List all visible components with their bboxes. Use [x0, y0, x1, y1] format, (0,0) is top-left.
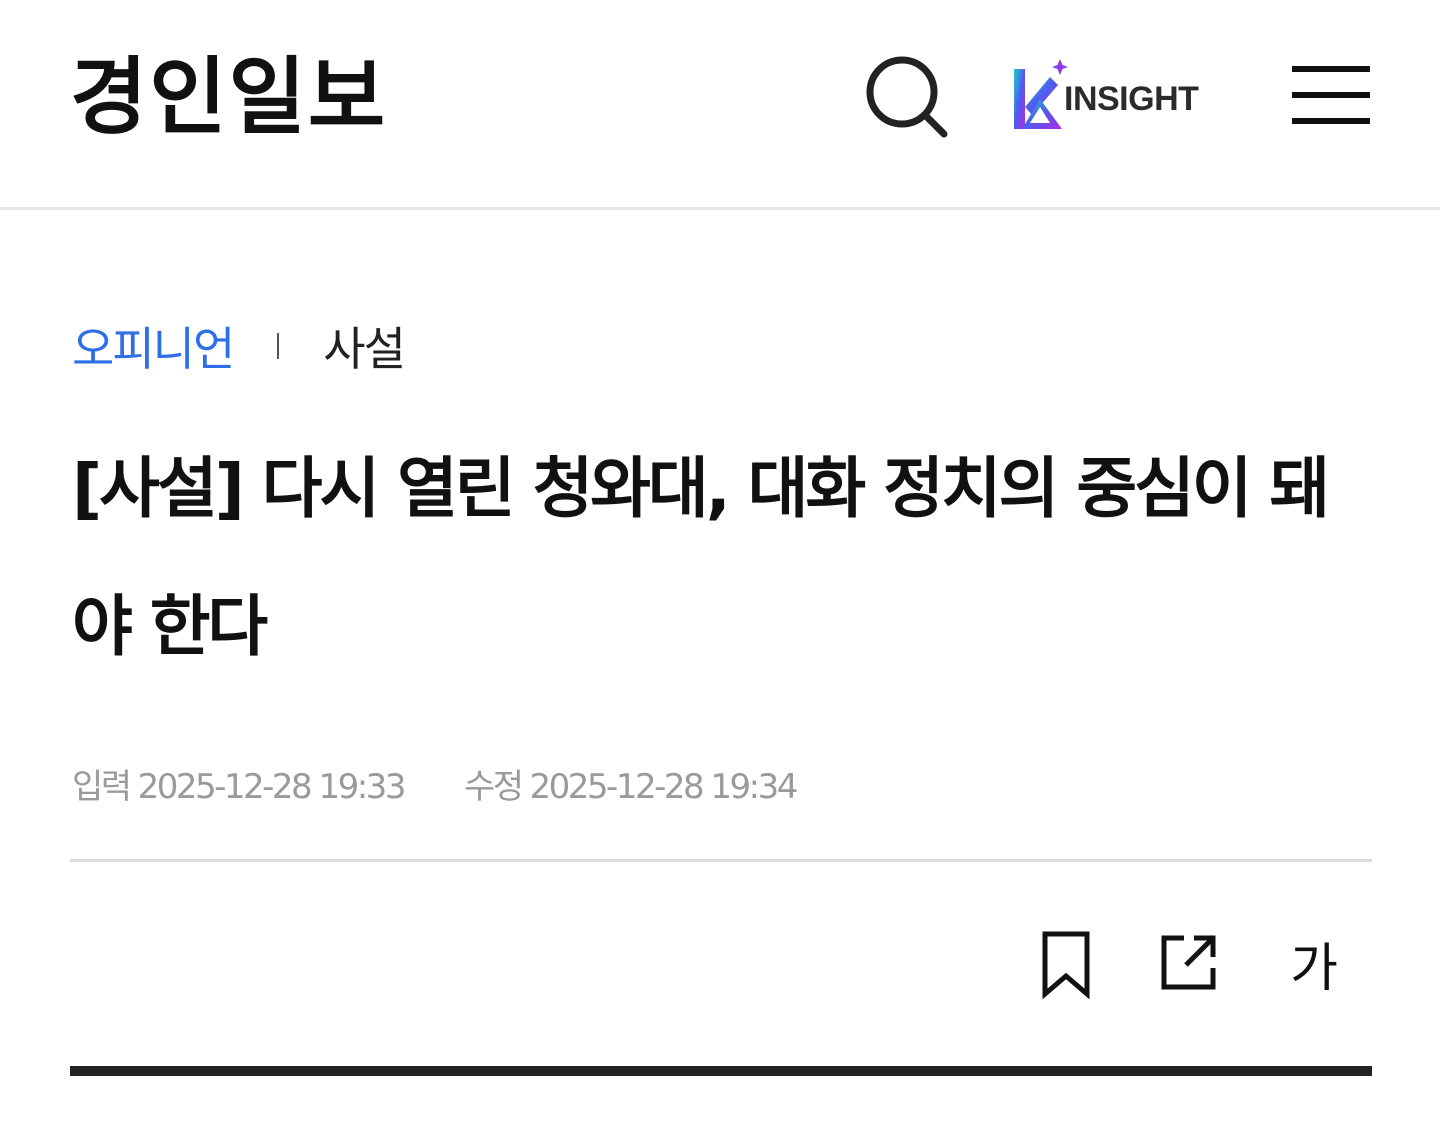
modified-value: 2025-12-28 19:34: [529, 766, 799, 807]
bookmark-button[interactable]: [1040, 930, 1092, 1000]
insight-label: INSIGHT: [1064, 79, 1199, 118]
modified-date: 수정 2025-12-28 19:34: [463, 759, 799, 808]
meta-divider: [70, 859, 1372, 862]
search-icon: [866, 56, 948, 138]
site-logo[interactable]: 경인일보: [70, 40, 387, 146]
search-button[interactable]: [862, 52, 954, 144]
published-date: 입력 2025-12-28 19:33: [72, 759, 407, 808]
breadcrumb: 오피니언 사설: [72, 313, 406, 379]
breadcrumb-separator: [277, 333, 280, 359]
breadcrumb-section[interactable]: 오피니언: [72, 313, 235, 379]
hamburger-menu-icon: [1292, 66, 1370, 124]
article-dates: 입력 2025-12-28 19:33 수정 2025-12-28 19:34: [72, 758, 799, 808]
article-top-rule: [70, 1066, 1372, 1076]
modified-label: 수정: [463, 766, 524, 807]
font-size-button[interactable]: 가: [1284, 928, 1344, 999]
breadcrumb-subsection[interactable]: 사설: [323, 313, 406, 379]
site-header: 경인일보 INSIGHT: [0, 0, 1440, 210]
k-insight-link[interactable]: INSIGHT: [1010, 55, 1199, 135]
bookmark-icon: [1042, 931, 1090, 1000]
menu-button[interactable]: [1288, 62, 1372, 128]
k-insight-logo: [1014, 59, 1068, 129]
published-value: 2025-12-28 19:33: [137, 766, 407, 807]
article-title: [사설] 다시 열린 청와대, 대화 정치의 중심이 돼야 한다: [72, 450, 1330, 665]
published-label: 입력: [72, 766, 132, 807]
share-button[interactable]: [1158, 932, 1220, 992]
share-icon: [1161, 935, 1216, 990]
